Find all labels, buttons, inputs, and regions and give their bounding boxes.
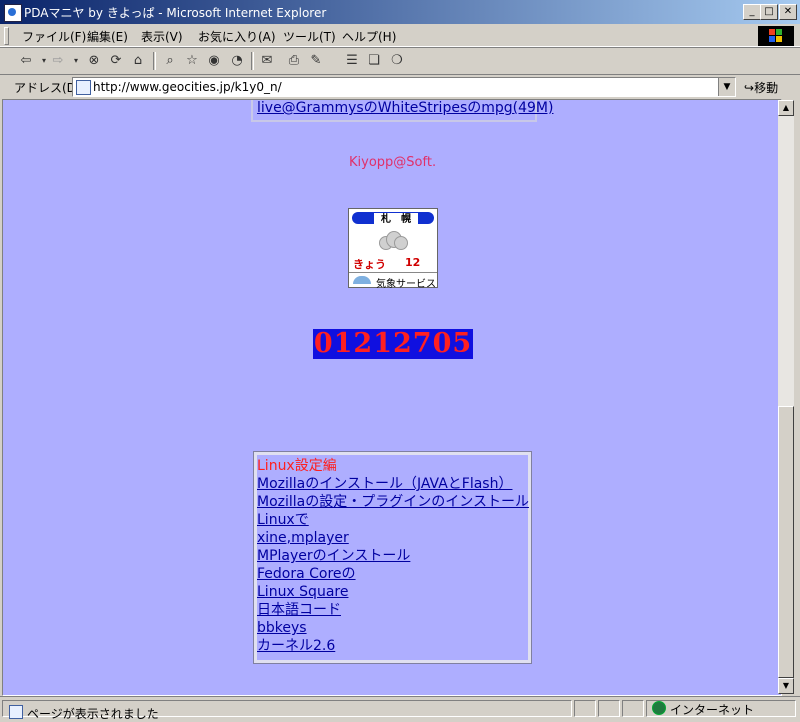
link-fedora-core[interactable]: Fedora Coreの (257, 565, 528, 583)
discuss-icon[interactable]: ☰ (344, 53, 360, 69)
stop-icon[interactable]: ⊗ (86, 53, 102, 69)
print-icon[interactable]: ⎙ (286, 53, 302, 69)
messenger-icon[interactable]: ❍ (389, 53, 405, 69)
browser-window: PDAマニヤ by きよっぱ - Microsoft Internet Expl… (0, 0, 800, 721)
edit-icon[interactable]: ✎ (308, 53, 324, 69)
go-label: 移動 (754, 81, 779, 95)
internet-zone-globe-icon (652, 701, 666, 715)
weather-city: 札 幌 (374, 213, 418, 227)
weather-day: きょう (353, 258, 386, 271)
favorites-icon[interactable]: ☆ (184, 53, 200, 69)
link-kernel[interactable]: カーネル2.6 (257, 637, 528, 655)
scroll-down-icon[interactable]: ▼ (778, 678, 794, 694)
site-credit: Kiyopp@Soft. (349, 155, 437, 170)
maximize-button[interactable]: □ (760, 4, 778, 20)
page-icon (76, 80, 91, 95)
status-panel (622, 700, 644, 717)
address-label: アドレス(D) (14, 81, 81, 95)
mail-icon[interactable]: ✉ (259, 53, 275, 69)
status-main-panel: ページが表示されました (2, 700, 572, 721)
go-arrow-icon: ↪ (744, 81, 755, 95)
standard-toolbar: ⇦ ▾ ⇨ ▾ ⊗ ⟳ ⌂ ⌕ ☆ ◉ ◔ ✉ ⎙ ✎ ☰ ❏ ❍ (0, 47, 800, 75)
minimize-button[interactable]: _ (743, 4, 761, 20)
home-icon[interactable]: ⌂ (130, 53, 146, 69)
forward-icon[interactable]: ⇨ (50, 53, 66, 69)
vertical-scrollbar[interactable]: ▲ ▼ (778, 100, 794, 694)
top-link-box: live@GrammysのWhiteStripesのmpg(49M) (251, 100, 553, 122)
media-icon[interactable]: ◉ (206, 53, 222, 69)
refresh-icon[interactable]: ⟳ (108, 53, 124, 69)
menu-favorites[interactable]: お気に入り(A) (198, 28, 276, 45)
address-bar: アドレス(D) http://www.geocities.jp/k1y0_n/ … (0, 74, 800, 99)
toolbar-separator (153, 52, 156, 70)
weather-header: 札 幌 (352, 212, 434, 227)
menu-edit[interactable]: 編集(E) (87, 28, 128, 45)
scroll-up-icon[interactable]: ▲ (778, 100, 794, 116)
weather-footer: 気象サービス (349, 272, 437, 290)
window-title: PDAマニヤ by きよっぱ - Microsoft Internet Expl… (24, 6, 327, 20)
back-icon[interactable]: ⇦ (18, 53, 34, 69)
weather-service-logo-icon (353, 276, 371, 284)
address-url[interactable]: http://www.geocities.jp/k1y0_n/ (93, 80, 282, 94)
research-icon[interactable]: ❏ (366, 53, 382, 69)
menu-bar: ファイル(F) 編集(E) 表示(V) お気に入り(A) ツール(T) ヘルプ(… (0, 24, 800, 47)
mpg-link[interactable]: live@GrammysのWhiteStripesのmpg(49M) (257, 100, 553, 117)
history-icon[interactable]: ◔ (229, 53, 245, 69)
link-japanese-code[interactable]: 日本語コード (257, 601, 528, 619)
menu-tools[interactable]: ツール(T) (283, 28, 336, 45)
address-input[interactable]: http://www.geocities.jp/k1y0_n/ ▼ (72, 77, 736, 97)
title-bar[interactable]: PDAマニヤ by きよっぱ - Microsoft Internet Expl… (0, 0, 800, 24)
weather-temp: 12 (405, 256, 421, 269)
link-linux-square[interactable]: Linux Square (257, 583, 528, 601)
close-button[interactable]: ✕ (779, 4, 797, 20)
toolbar-separator (251, 52, 254, 70)
weather-widget[interactable]: 札 幌 きょう 12 気象サービス (348, 208, 438, 290)
link-linux[interactable]: Linuxで (257, 511, 528, 529)
menu-help[interactable]: ヘルプ(H) (342, 28, 396, 45)
counter-value: 01212705 (313, 328, 473, 359)
page-content[interactable]: live@GrammysのWhiteStripesのmpg(49M) Kiyop… (2, 99, 782, 696)
status-page-icon (9, 705, 23, 719)
status-panel (574, 700, 596, 717)
menu-file[interactable]: ファイル(F) (22, 28, 86, 45)
status-bar: ページが表示されました インターネット (0, 696, 800, 721)
link-mplayer-install[interactable]: MPlayerのインストール (257, 547, 528, 565)
access-counter: 01212705 (313, 329, 473, 359)
search-icon[interactable]: ⌕ (162, 53, 178, 69)
links-title: Linux設定編 (257, 458, 337, 474)
scroll-thumb[interactable] (778, 406, 794, 678)
weather-service-label: 気象サービス (376, 279, 436, 290)
address-dropdown-icon[interactable]: ▼ (718, 78, 735, 96)
zone-label: インターネット (670, 703, 755, 717)
link-mozilla-settings[interactable]: Mozillaの設定・プラグインのインストール (257, 493, 529, 511)
go-button[interactable]: ↪移動 (744, 79, 778, 96)
menubar-grip[interactable] (4, 27, 9, 45)
forward-dropdown-icon[interactable]: ▾ (68, 53, 84, 69)
link-xine-mplayer[interactable]: xine,mplayer (257, 529, 528, 547)
link-bbkeys[interactable]: bbkeys (257, 619, 528, 637)
linux-links-box: Linux設定編 Mozillaのインストール（JAVAとFlash） Mozi… (253, 451, 532, 664)
ie-page-icon (4, 4, 22, 22)
windows-logo-icon (758, 26, 794, 46)
status-panel (598, 700, 620, 717)
menu-view[interactable]: 表示(V) (141, 28, 183, 45)
link-mozilla-install[interactable]: Mozillaのインストール（JAVAとFlash） (257, 475, 528, 493)
cloud-icon (379, 231, 408, 250)
status-text: ページが表示されました (27, 707, 159, 721)
